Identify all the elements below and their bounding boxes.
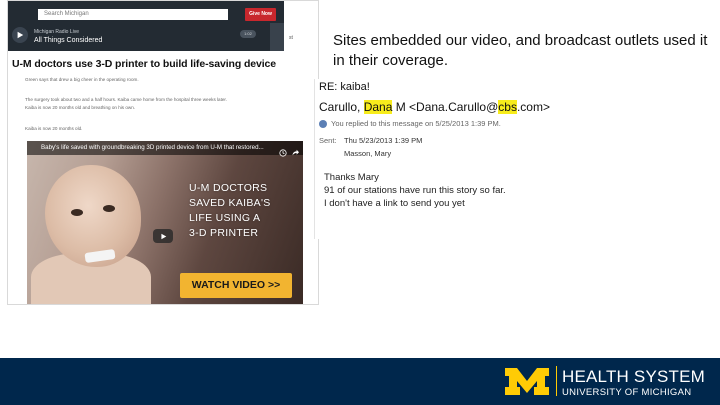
video-still-eye (71, 209, 83, 216)
article-paragraph: Kaiba is now 20 months old and breathing… (25, 105, 136, 110)
sender-domain-part: .com> (516, 100, 550, 114)
share-icon[interactable] (291, 144, 299, 156)
article-paragraph: Green says that drew a big cheer in the … (25, 77, 139, 82)
highlighted-domain: cbs (498, 100, 517, 114)
play-icon (17, 31, 24, 39)
overlay-line: LIFE USING A (189, 212, 261, 224)
overlay-line: SAVED KAIBA'S (189, 197, 271, 209)
time-badge: 1:02 (240, 30, 256, 38)
article-byline: Kaiba is now 20 months old. (25, 126, 83, 131)
video-toolbar (279, 144, 299, 157)
overlay-line: 3-D PRINTER (189, 227, 259, 239)
embedded-video[interactable]: Baby's life saved with groundbreaking 3D… (27, 141, 303, 304)
video-play-button[interactable] (153, 229, 173, 243)
video-still-eye (103, 205, 115, 212)
play-button[interactable] (12, 27, 28, 43)
replied-text: You replied to this message on 5/25/2013… (331, 119, 501, 128)
info-icon (319, 119, 327, 128)
donate-button[interactable]: Give Now (245, 8, 276, 21)
email-sender: Carullo, Dana M <Dana.Carullo@cbs.com> (319, 100, 550, 114)
recipient: Masson, Mary (344, 149, 392, 158)
footer-divider (556, 366, 557, 396)
message-line: 91 of our stations have run this story s… (324, 185, 506, 196)
footer-title: HEALTH SYSTEM (562, 367, 706, 386)
email-subject: RE: kaiba! (319, 81, 370, 93)
email-screenshot: RE: kaiba! Carullo, Dana M <Dana.Carullo… (314, 79, 720, 239)
footer-bar: HEALTH SYSTEM UNIVERSITY OF MICHIGAN (0, 358, 720, 405)
watch-video-button[interactable]: WATCH VIDEO >> (180, 273, 292, 298)
program-title: All Things Considered (34, 37, 103, 44)
article-paragraph: The surgery took about two and a half ho… (25, 97, 227, 102)
player-expand-panel[interactable] (270, 23, 284, 51)
message-line: Thanks Mary (324, 172, 379, 183)
block-m-logo (505, 368, 549, 395)
sidebar-fragment: st (289, 35, 293, 41)
sender-name-part: Carullo, (319, 100, 364, 114)
message-line: I don't have a link to send you yet (324, 198, 465, 209)
sent-date: Thu 5/23/2013 1:39 PM (344, 136, 423, 145)
station-name: Michigan Radio Live (34, 29, 80, 35)
video-overlay-text: U-M DOCTORS SAVED KAIBA'S LIFE USING A 3… (189, 181, 299, 241)
footer-subtitle: UNIVERSITY OF MICHIGAN (562, 387, 692, 398)
sender-name-part: M <Dana.Carullo@ (392, 100, 499, 114)
news-article-screenshot: Search Michigan Give Now Michigan Radio … (7, 0, 319, 305)
replied-notice: You replied to this message on 5/25/2013… (319, 119, 501, 128)
radio-player-bar: Search Michigan Give Now Michigan Radio … (8, 1, 284, 51)
sent-label: Sent: (319, 136, 337, 145)
slide-caption: Sites embedded our video, and broadcast … (333, 32, 708, 69)
overlay-line: U-M DOCTORS (189, 182, 268, 194)
highlighted-name: Dana (363, 100, 393, 114)
play-icon (160, 233, 166, 239)
clock-icon[interactable] (279, 144, 287, 157)
article-headline: U-M doctors use 3-D printer to build lif… (12, 58, 277, 70)
video-title-bar: Baby's life saved with groundbreaking 3D… (27, 141, 303, 157)
search-input[interactable]: Search Michigan (38, 9, 228, 20)
video-title: Baby's life saved with groundbreaking 3D… (41, 144, 264, 151)
